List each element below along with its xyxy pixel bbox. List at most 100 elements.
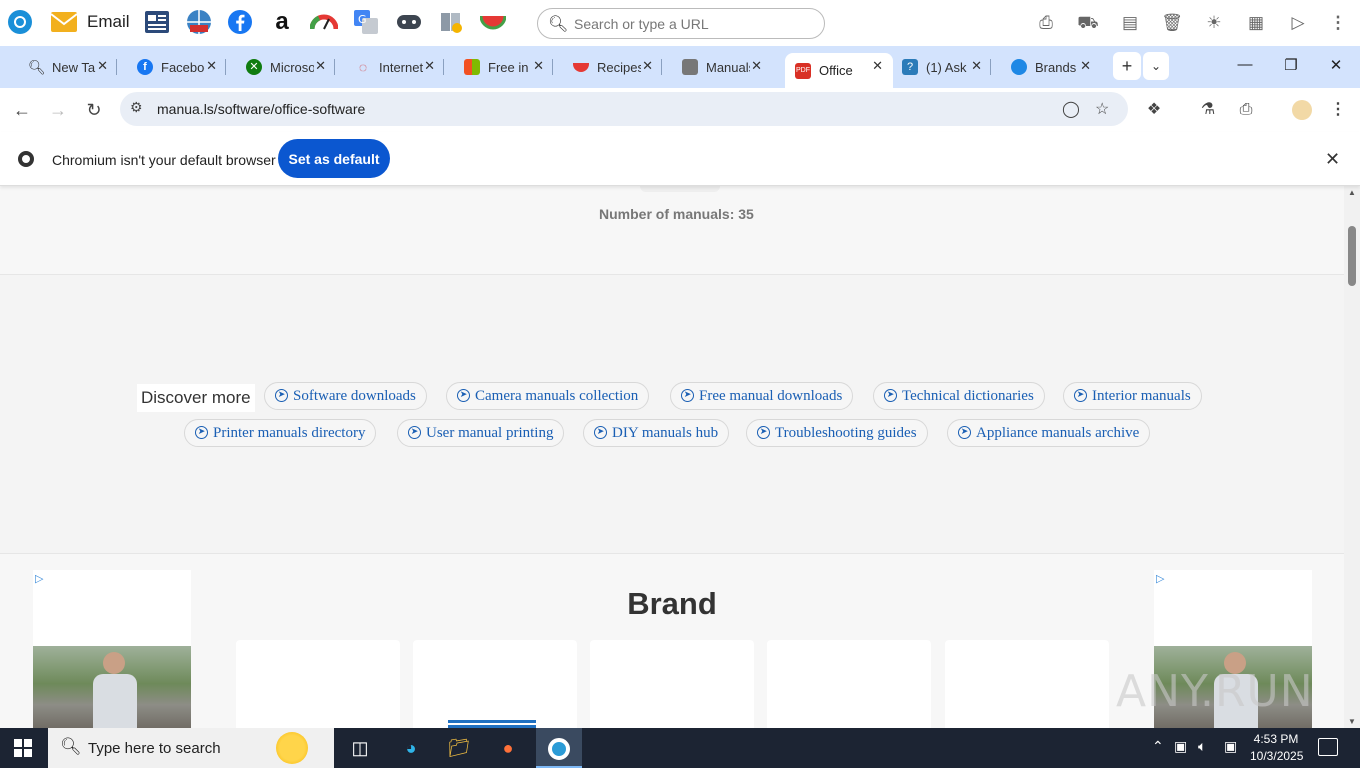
- network-icon[interactable]: ▣: [1224, 738, 1237, 755]
- email-icon[interactable]: [50, 8, 78, 36]
- tab-title: Manuals: [706, 59, 750, 75]
- windows-start-icon[interactable]: [14, 739, 32, 757]
- printer-icon[interactable]: ⎙: [1034, 11, 1058, 35]
- trash-icon[interactable]: 🗑︎: [1160, 11, 1184, 35]
- close-tab-icon[interactable]: ✕: [533, 58, 544, 74]
- scroll-up-icon[interactable]: ▲: [1348, 188, 1356, 197]
- reload-icon[interactable]: ↻: [82, 98, 106, 122]
- clock[interactable]: 4:53 PM 10/3/2025: [1250, 731, 1303, 765]
- minimize-icon[interactable]: —: [1233, 56, 1257, 76]
- new-tab-button[interactable]: +: [1113, 52, 1141, 80]
- email-label[interactable]: Email: [87, 12, 130, 32]
- more-menu-icon[interactable]: ⋮: [1326, 11, 1350, 35]
- chip-user-manual-printing[interactable]: ➤ User manual printing: [397, 419, 565, 447]
- watermelon-icon[interactable]: [479, 8, 507, 36]
- tab[interactable]: Recipes ✕: [553, 53, 662, 81]
- adchoices-icon[interactable]: ▷: [1156, 572, 1164, 585]
- taskbar-search[interactable]: 🔍︎ Type here to search: [48, 728, 334, 768]
- tab[interactable]: ? (1) Ask ✕: [882, 53, 991, 81]
- no-video-icon[interactable]: ▷: [1286, 11, 1310, 35]
- tab-search-chevron-icon[interactable]: ⌄: [1143, 52, 1169, 80]
- arrow-circle-icon: ➤: [757, 426, 770, 439]
- translate-icon[interactable]: G: [352, 8, 380, 36]
- brand-card[interactable]: [945, 640, 1109, 728]
- back-icon[interactable]: ←: [10, 98, 34, 122]
- tab[interactable]: Free in ✕: [444, 53, 553, 81]
- news-widget-icon[interactable]: [143, 8, 171, 36]
- tab[interactable]: Brands ✕: [991, 53, 1099, 81]
- close-infobar-icon[interactable]: ✕: [1325, 149, 1340, 170]
- amazon-icon[interactable]: a: [268, 8, 296, 36]
- tab-active[interactable]: PDF Office s ✕: [785, 53, 893, 88]
- meet-now-icon[interactable]: ▣: [1174, 738, 1187, 755]
- close-window-icon[interactable]: ✕: [1324, 56, 1348, 76]
- chromium-taskbar-icon[interactable]: [536, 728, 582, 768]
- search-box[interactable]: 🔍︎: [537, 8, 825, 39]
- notes-icon[interactable]: ▤: [1118, 11, 1142, 35]
- volume-icon[interactable]: 🔈︎: [1198, 738, 1206, 755]
- globe-news-icon[interactable]: [185, 8, 213, 36]
- tab[interactable]: ✕ Microsoft ✕: [226, 53, 335, 81]
- tab-title: Internet: [379, 59, 423, 75]
- close-tab-icon[interactable]: ✕: [1080, 58, 1091, 74]
- speedometer-icon[interactable]: [310, 8, 338, 36]
- brand-card[interactable]: [236, 640, 400, 728]
- facebook-icon[interactable]: [226, 8, 254, 36]
- scrollbar-thumb[interactable]: [1348, 226, 1356, 286]
- forward-icon[interactable]: →: [46, 98, 70, 122]
- set-as-default-button[interactable]: Set as default: [278, 139, 390, 178]
- bookmark-star-icon[interactable]: ☆: [1095, 99, 1109, 119]
- eye-off-icon[interactable]: ◯: [1062, 99, 1080, 119]
- chip-free-manual-downloads[interactable]: ➤ Free manual downloads: [670, 382, 854, 410]
- page-scrollbar[interactable]: ▲ ▼: [1344, 186, 1360, 728]
- tab[interactable]: Manuals ✕: [662, 53, 770, 81]
- brand-card[interactable]: [413, 640, 577, 728]
- close-tab-icon[interactable]: ✕: [971, 58, 982, 74]
- firefox-icon[interactable]: ●: [494, 734, 522, 762]
- tab[interactable]: f Facebook ✕: [117, 53, 226, 81]
- chip-troubleshooting-guides[interactable]: ➤ Troubleshooting guides: [746, 419, 928, 447]
- calculator-icon[interactable]: ▦: [1244, 11, 1268, 35]
- notification-icon[interactable]: [1318, 738, 1338, 756]
- close-tab-icon[interactable]: ✕: [424, 58, 435, 74]
- brand-card[interactable]: [590, 640, 754, 728]
- edge-icon[interactable]: ◕: [397, 734, 425, 762]
- task-view-icon[interactable]: ◫: [346, 734, 374, 762]
- tab[interactable]: ◌ Internet ✕: [335, 53, 444, 81]
- chip-camera-manuals[interactable]: ➤ Camera manuals collection: [446, 382, 650, 410]
- extensions-icon[interactable]: ❖: [1142, 98, 1166, 122]
- adchoices-icon[interactable]: ▷: [35, 572, 43, 585]
- restore-icon[interactable]: ❐: [1279, 56, 1303, 76]
- chrome-menu-icon[interactable]: ⋮: [1326, 98, 1350, 122]
- file-explorer-icon[interactable]: 📁︎: [445, 734, 473, 762]
- weather-icon[interactable]: ☀: [1202, 11, 1226, 35]
- close-tab-icon[interactable]: ✕: [206, 58, 217, 74]
- scroll-down-icon[interactable]: ▼: [1348, 717, 1356, 726]
- close-tab-icon[interactable]: ✕: [97, 58, 108, 74]
- tab[interactable]: 🔍︎ New Tab ✕: [8, 53, 117, 81]
- labs-flask-icon[interactable]: ⚗: [1196, 98, 1220, 122]
- browser-logo-icon[interactable]: [6, 8, 34, 36]
- brand-card[interactable]: [767, 640, 931, 728]
- tray-chevron-icon[interactable]: ⌃: [1152, 738, 1164, 755]
- chip-interior-manuals[interactable]: ➤ Interior manuals: [1063, 382, 1202, 410]
- close-tab-icon[interactable]: ✕: [751, 58, 762, 74]
- close-tab-icon[interactable]: ✕: [315, 58, 326, 74]
- url-text[interactable]: manua.ls/software/office-software: [157, 101, 365, 117]
- chip-printer-manuals[interactable]: ➤ Printer manuals directory: [184, 419, 377, 447]
- chip-appliance-manuals-archive[interactable]: ➤ Appliance manuals archive: [947, 419, 1151, 447]
- profile-avatar-icon[interactable]: [1290, 98, 1314, 122]
- car-icon[interactable]: ⛟: [1076, 11, 1100, 35]
- site-settings-icon[interactable]: ⚙: [130, 99, 143, 116]
- search-input[interactable]: [572, 13, 812, 35]
- gamepad-icon[interactable]: [395, 8, 423, 36]
- reading-icon[interactable]: [437, 8, 465, 36]
- close-tab-icon[interactable]: ✕: [642, 58, 653, 74]
- chromium-icon: [18, 151, 34, 167]
- chip-software-downloads[interactable]: ➤ Software downloads: [264, 382, 427, 410]
- address-bar[interactable]: ⚙ manua.ls/software/office-software ◯ ☆: [120, 92, 1128, 126]
- print-icon[interactable]: ⎙: [1234, 98, 1258, 122]
- chip-technical-dictionaries[interactable]: ➤ Technical dictionaries: [873, 382, 1045, 410]
- chip-diy-manuals-hub[interactable]: ➤ DIY manuals hub: [583, 419, 730, 447]
- chip-label: Camera manuals collection: [475, 388, 639, 404]
